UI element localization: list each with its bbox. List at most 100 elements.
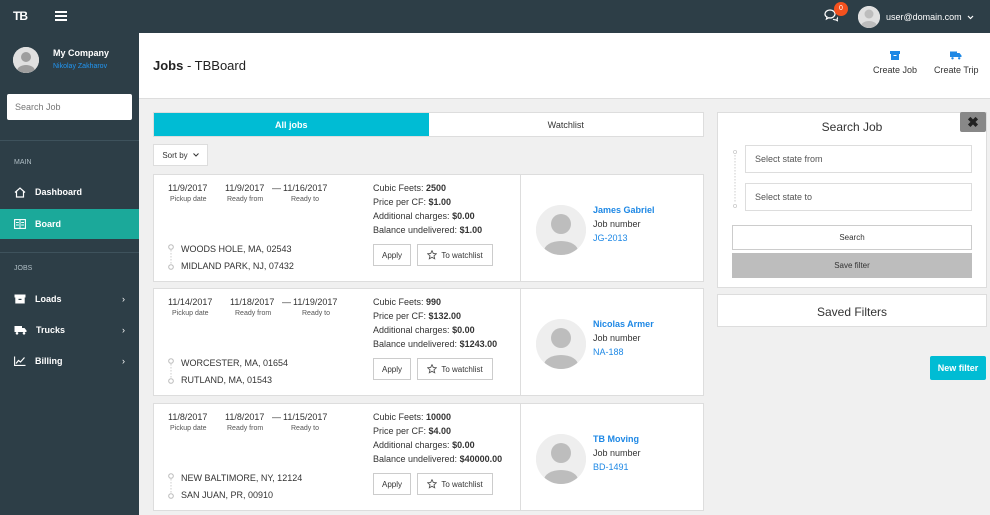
job-details: Cubic Feets: 10000 Price per CF: $4.00 A… bbox=[373, 410, 502, 466]
sidebar-item-trucks[interactable]: Trucks › bbox=[0, 315, 139, 345]
user-email[interactable]: user@domain.com bbox=[886, 12, 962, 22]
card-divider bbox=[520, 404, 521, 510]
route-marker-icon bbox=[733, 150, 737, 208]
apply-button[interactable]: Apply bbox=[373, 244, 411, 266]
to-watchlist-button[interactable]: To watchlist bbox=[417, 473, 493, 495]
sidebar-item-label: Trucks bbox=[36, 325, 66, 335]
job-details: Cubic Feets: 2500 Price per CF: $1.00 Ad… bbox=[373, 181, 482, 237]
page-title-rest: - TBBoard bbox=[183, 58, 246, 73]
sort-by-dropdown[interactable]: Sort by bbox=[153, 144, 208, 166]
divider bbox=[0, 252, 139, 253]
card-divider bbox=[520, 175, 521, 281]
ready-from-label: Ready from bbox=[227, 196, 264, 203]
origin-location: WORCESTER, MA, 01654 bbox=[181, 358, 289, 368]
sidebar-item-dashboard[interactable]: Dashboard bbox=[0, 177, 139, 207]
to-watchlist-button[interactable]: To watchlist bbox=[417, 244, 493, 266]
state-to-select[interactable] bbox=[745, 183, 972, 211]
job-number[interactable]: BD-1491 bbox=[593, 462, 629, 472]
chevron-right-icon: › bbox=[122, 294, 125, 304]
user-avatar[interactable] bbox=[858, 6, 880, 28]
price-per-cf: Price per CF: $1.00 bbox=[373, 197, 452, 207]
customer-avatar bbox=[536, 205, 586, 255]
ready-to-date: 11/19/2017 bbox=[293, 297, 338, 307]
date-range-dash: — bbox=[282, 297, 291, 307]
apply-button[interactable]: Apply bbox=[373, 358, 411, 380]
to-watchlist-label: To watchlist bbox=[441, 250, 483, 260]
save-filter-button[interactable]: Save filter bbox=[732, 253, 972, 278]
saved-filters-title: Saved Filters bbox=[816, 305, 888, 319]
create-job-button[interactable]: Create Job bbox=[873, 51, 917, 75]
job-card: 11/14/2017 11/18/2017 — 11/19/2017 Picku… bbox=[153, 288, 704, 396]
pickup-date: 11/9/2017 bbox=[168, 183, 208, 193]
tab-watchlist[interactable]: Watchlist bbox=[429, 113, 704, 136]
job-number[interactable]: NA-188 bbox=[593, 347, 624, 357]
sidebar: My Company Nikolay Zakharov MAIN Dashboa… bbox=[0, 33, 139, 515]
destination-location: MIDLAND PARK, NJ, 07432 bbox=[181, 261, 294, 271]
ready-from-date: 11/18/2017 bbox=[230, 297, 275, 307]
pickup-date-label: Pickup date bbox=[172, 310, 209, 317]
additional-charges: Additional charges: $0.00 bbox=[373, 325, 475, 335]
search-button[interactable]: Search bbox=[732, 225, 972, 250]
ready-from-date: 11/8/2017 bbox=[225, 412, 265, 422]
sidebar-item-board[interactable]: Board bbox=[0, 209, 139, 239]
saved-filters-panel: Saved Filters bbox=[717, 294, 987, 327]
job-number-label: Job number bbox=[593, 448, 641, 458]
star-icon bbox=[427, 250, 438, 260]
sidebar-item-label: Board bbox=[35, 219, 62, 229]
sidebar-item-label: Billing bbox=[35, 356, 63, 366]
date-range-dash: — bbox=[272, 412, 281, 422]
price-per-cf: Price per CF: $132.00 bbox=[373, 311, 462, 321]
truck-icon bbox=[14, 326, 27, 335]
chat-count-badge: 0 bbox=[834, 2, 848, 16]
job-number[interactable]: JG-2013 bbox=[593, 233, 628, 243]
sidebar-item-label: Dashboard bbox=[35, 187, 83, 197]
company-avatar bbox=[13, 47, 39, 73]
chart-icon bbox=[14, 356, 26, 366]
chevron-right-icon: › bbox=[122, 356, 125, 366]
ready-from-label: Ready from bbox=[227, 425, 264, 432]
cubic-feets: Cubic Feets: 10000 bbox=[373, 412, 452, 422]
ready-to-label: Ready to bbox=[291, 196, 320, 203]
sidebar-item-billing[interactable]: Billing › bbox=[0, 346, 139, 376]
chevron-right-icon: › bbox=[122, 325, 125, 335]
ready-to-label: Ready to bbox=[291, 425, 320, 432]
page-header: Jobs - TBBoard Create Job Create Trip bbox=[139, 33, 990, 99]
search-job-input[interactable] bbox=[7, 94, 132, 120]
ready-to-label: Ready to bbox=[302, 310, 331, 317]
close-icon[interactable]: ✖ bbox=[960, 112, 986, 132]
truck-icon bbox=[950, 51, 962, 60]
hamburger-menu-icon[interactable] bbox=[55, 11, 67, 21]
create-trip-label: Create Trip bbox=[934, 65, 979, 75]
sidebar-item-label: Loads bbox=[35, 294, 62, 304]
apply-button[interactable]: Apply bbox=[373, 473, 411, 495]
to-watchlist-label: To watchlist bbox=[441, 364, 483, 374]
job-card: 11/9/2017 11/9/2017 — 11/16/2017 Pickup … bbox=[153, 174, 704, 282]
origin-location: WOODS HOLE, MA, 02543 bbox=[181, 244, 292, 254]
to-watchlist-label: To watchlist bbox=[441, 479, 483, 489]
price-per-cf: Price per CF: $4.00 bbox=[373, 426, 452, 436]
ready-to-date: 11/15/2017 bbox=[283, 412, 328, 422]
customer-avatar bbox=[536, 434, 586, 484]
customer-name[interactable]: TB Moving bbox=[593, 434, 639, 444]
create-trip-button[interactable]: Create Trip bbox=[934, 51, 979, 75]
chevron-down-icon[interactable] bbox=[967, 13, 974, 22]
cubic-feets: Cubic Feets: 990 bbox=[373, 297, 442, 307]
route-marker-icon bbox=[168, 473, 174, 499]
card-divider bbox=[520, 289, 521, 395]
star-icon bbox=[427, 364, 438, 374]
balance-undelivered: Balance undelivered: $1243.00 bbox=[373, 339, 498, 349]
app-logo[interactable]: TB bbox=[13, 9, 28, 23]
route-marker-icon bbox=[168, 358, 174, 384]
new-filter-button[interactable]: New filter bbox=[930, 356, 986, 380]
balance-undelivered: Balance undelivered: $40000.00 bbox=[373, 454, 503, 464]
tab-all-jobs[interactable]: All jobs bbox=[154, 113, 429, 136]
additional-charges: Additional charges: $0.00 bbox=[373, 211, 475, 221]
company-user-name[interactable]: Nikolay Zakharov bbox=[53, 63, 107, 70]
ready-to-date: 11/16/2017 bbox=[283, 183, 328, 193]
customer-name[interactable]: Nicolas Armer bbox=[593, 319, 654, 329]
additional-charges: Additional charges: $0.00 bbox=[373, 440, 475, 450]
to-watchlist-button[interactable]: To watchlist bbox=[417, 358, 493, 380]
state-from-select[interactable] bbox=[745, 145, 972, 173]
customer-name[interactable]: James Gabriel bbox=[593, 205, 655, 215]
sidebar-item-loads[interactable]: Loads › bbox=[0, 284, 139, 314]
